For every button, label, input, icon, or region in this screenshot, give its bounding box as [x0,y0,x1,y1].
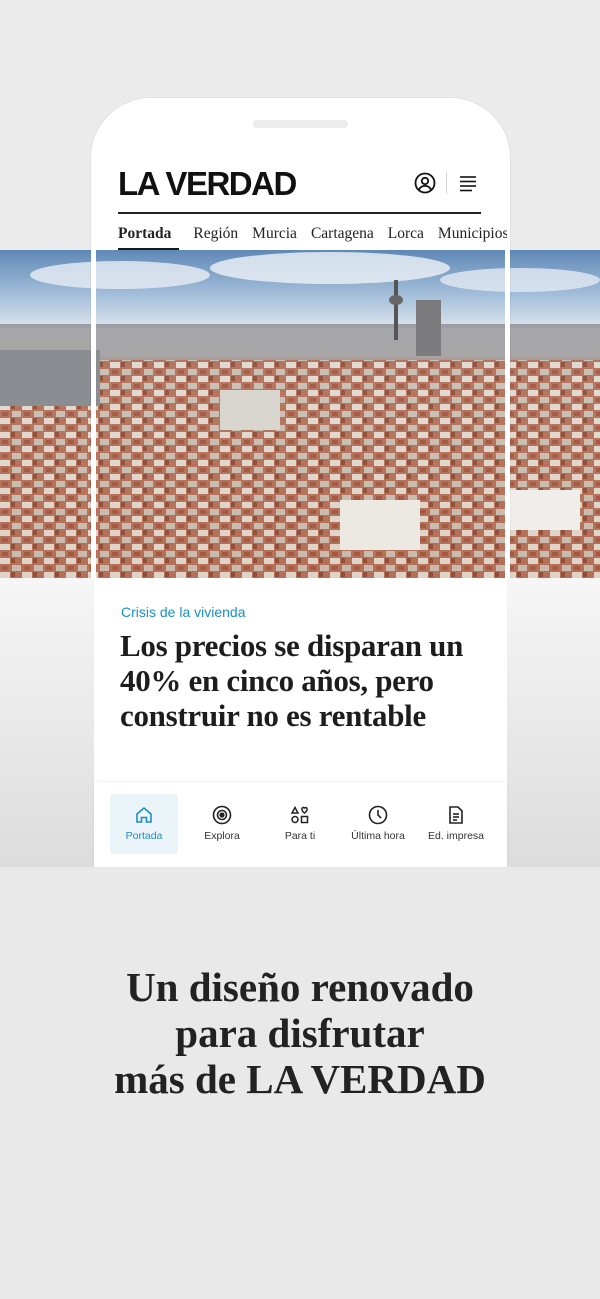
tab-lorca[interactable]: Lorca [388,224,424,248]
nav-portada[interactable]: Portada [110,794,178,854]
nav-explora[interactable]: Explora [188,794,256,854]
target-icon [212,805,232,825]
header-divider [446,172,447,194]
hamburger-menu-icon[interactable] [455,170,481,196]
nav-label: Para ti [284,830,316,842]
nav-para-ti[interactable]: Para ti [266,794,334,854]
header-rule [118,212,481,214]
shapes-heart-icon [290,805,309,824]
phone-screen-edges [94,250,507,578]
nav-label: Ed. impresa [427,830,485,842]
article-kicker[interactable]: Crisis de la vivienda [121,604,246,620]
nav-ed-impresa[interactable]: Ed. impresa [422,794,490,854]
tagline-line-3: más de LA VERDAD [114,1056,486,1102]
home-icon [136,806,152,823]
tab-cartagena[interactable]: Cartagena [311,224,374,248]
article-headline[interactable]: Los precios se disparan un 40% en cinco … [120,628,490,733]
user-circle-icon[interactable] [412,170,438,196]
tab-municipios[interactable]: Municipios [438,224,507,248]
nav-ultima-hora[interactable]: Última hora [344,794,412,854]
tab-portada[interactable]: Portada [118,224,180,250]
app-logo[interactable]: LA VERDAD [118,164,297,204]
nav-label: Portada [125,830,163,842]
nav-label: Última hora [351,830,405,842]
nav-label: Explora [204,830,240,842]
clock-icon [368,805,388,825]
phone-speaker [253,120,348,128]
bottom-navigation: Portada Explora Para ti Última hora Ed. … [94,782,507,868]
tab-murcia[interactable]: Murcia [252,224,297,248]
tagline-line-1: Un diseño renovado [126,964,474,1010]
document-icon [449,806,463,824]
tagline-line-2: para disfrutar [175,1010,425,1056]
section-tabs: Portada Región Murcia Cartagena Lorca Municip… [118,224,507,250]
tab-region[interactable]: Región [193,224,238,248]
promo-tagline: Un diseño renovado para disfrutar más de… [0,964,600,1102]
